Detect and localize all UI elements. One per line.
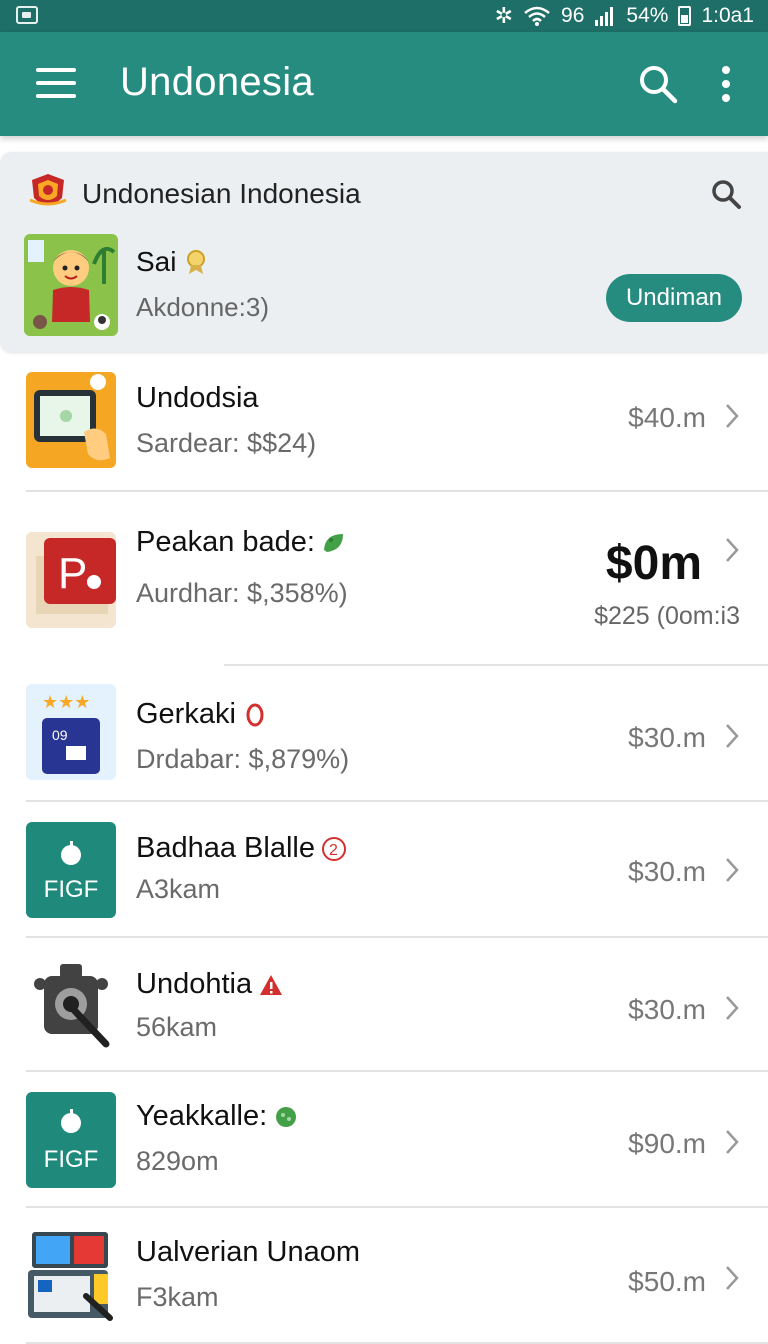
status-bar: ✲ 96 54% 1:0a1	[0, 0, 768, 32]
chevron-right-icon	[726, 404, 739, 428]
chevron-right-icon	[726, 724, 739, 748]
item-price: $30.m	[628, 722, 706, 753]
item-subtitle: F3kam	[136, 1282, 219, 1312]
item-subtitle: 829om	[136, 1146, 219, 1176]
wifi-icon	[524, 6, 550, 26]
chevron-right-icon	[726, 1130, 739, 1154]
item-price: $50.m	[628, 1266, 706, 1297]
item-price: $90.m	[628, 1128, 706, 1159]
item-name-text: Undohtia	[136, 968, 253, 1000]
item-name: Undohtia	[136, 968, 284, 1001]
item-price: $30.m	[628, 856, 706, 887]
status-icons: ✲ 96 54% 1:0a1	[495, 3, 754, 29]
svg-text:09: 09	[52, 727, 68, 743]
menu-icon[interactable]	[36, 68, 76, 98]
item-price: $30.m	[628, 994, 706, 1025]
item-name-text: Yeakkalle:	[136, 1100, 268, 1132]
list-item[interactable]: Undodsia Sardear: $$24) $40.m	[0, 352, 768, 492]
chevron-right-icon	[726, 538, 739, 562]
item-name-text: Undodsia	[136, 382, 259, 414]
item-subtitle: Sardear: $$24)	[136, 428, 317, 458]
featured-item-name: Sai	[136, 246, 208, 278]
thumb-label: FIGF	[43, 1146, 99, 1173]
clock: 1:0a1	[701, 4, 754, 27]
chevron-right-icon	[726, 996, 739, 1020]
list-item[interactable]: P Peakan bade: Aurdhar: $,358%) $0m $225…	[0, 492, 768, 666]
item-name: Ualverian Unaom	[136, 1236, 360, 1269]
item-name-text: Badhaa Blalle	[136, 832, 315, 864]
item-name-text: Peakan bade:	[136, 526, 315, 558]
list-item[interactable]: FIGF Badhaa Blalle 2 A3kam $30.m	[0, 802, 768, 938]
signal-text: 96	[561, 4, 585, 27]
item-name-text: Ualverian Unaom	[136, 1236, 361, 1268]
featured-action-button[interactable]: Undiman	[606, 274, 742, 322]
camera-tool-image	[26, 958, 116, 1054]
item-price-detail: $225 (0om:i3	[594, 602, 740, 630]
item-subtitle: Drdabar: $,879%)	[136, 744, 350, 774]
list-item[interactable]: FIGF Yeakkalle: 829om $90.m	[0, 1072, 768, 1208]
item-price-large: $0m	[605, 537, 702, 590]
list-item[interactable]: ★★★ 09 Gerkaki Drdabar: $,879%) $30.m	[0, 666, 768, 802]
item-subtitle: Aurdhar: $,358%)	[136, 578, 348, 608]
item-subtitle: 56kam	[136, 1012, 218, 1042]
chevron-right-icon	[726, 1266, 739, 1290]
figf-app-icon: FIGF	[26, 1092, 116, 1188]
devices-image	[26, 1226, 116, 1322]
item-name: Peakan bade:	[136, 526, 347, 559]
svg-text:P: P	[58, 549, 87, 598]
gallery-notification-icon	[16, 6, 38, 24]
featured-card[interactable]: Undonesian Indonesia Sai Akdonne:3) Undi…	[0, 152, 768, 352]
search-icon[interactable]	[710, 178, 742, 210]
figf-app-icon: FIGF	[26, 822, 116, 918]
circled-two-icon: 2	[321, 836, 346, 861]
tablet-hand-image	[26, 372, 116, 468]
svg-text:2: 2	[329, 842, 338, 859]
item-name-text: Gerkaki	[136, 698, 236, 730]
thumb-label: FIGF	[43, 876, 99, 903]
settings-sync-icon: ✲	[494, 3, 514, 28]
item-name: Gerkaki	[136, 698, 268, 731]
warning-triangle-icon	[260, 974, 283, 995]
battery-percent: 54%	[626, 4, 669, 27]
search-icon[interactable]	[638, 64, 678, 104]
list-item[interactable]: Ualverian Unaom F3kam $50.m	[0, 1208, 768, 1344]
leaf-icon	[323, 533, 343, 552]
stars-card-image: ★★★ 09	[26, 684, 116, 780]
item-name: Yeakkalle:	[136, 1100, 299, 1133]
app-bar: Undonesia	[0, 32, 768, 136]
item-name: Undodsia	[136, 382, 259, 415]
featured-item-subtitle: Akdonne:3)	[136, 292, 269, 322]
emblem-icon	[29, 174, 67, 206]
cartoon-boy-image	[24, 234, 118, 336]
fruit-icon	[61, 841, 81, 865]
more-options-icon[interactable]	[716, 64, 736, 104]
page-title: Undonesia	[120, 60, 314, 104]
svg-text:★★★: ★★★	[42, 692, 90, 713]
list-item[interactable]: Undohtia 56kam $30.m	[0, 938, 768, 1072]
p-app-icon-image: P	[26, 532, 116, 628]
battery-icon	[678, 6, 692, 26]
green-dot-icon	[276, 1106, 297, 1127]
item-price: $40.m	[628, 402, 706, 433]
red-zero-icon	[246, 703, 264, 726]
fruit-icon	[61, 1109, 81, 1133]
award-icon	[187, 250, 206, 274]
featured-title: Undonesian Indonesia	[82, 178, 361, 209]
item-subtitle: A3kam	[136, 874, 221, 904]
chevron-right-icon	[726, 858, 739, 882]
item-name: Badhaa Blalle 2	[136, 832, 347, 865]
signal-strength-icon	[595, 7, 614, 26]
featured-item-name-text: Sai	[136, 246, 177, 277]
item-list: Undodsia Sardear: $$24) $40.m P Peakan b…	[0, 352, 768, 1344]
